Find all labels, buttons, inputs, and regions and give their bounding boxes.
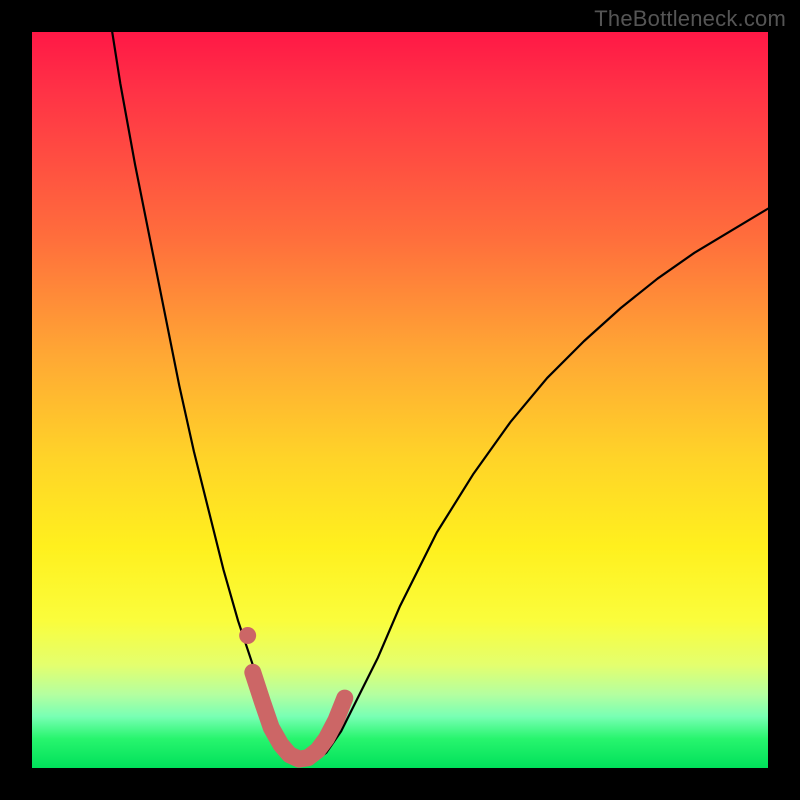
plot-area [32,32,768,768]
bottleneck-curve [112,32,768,760]
chart-frame: TheBottleneck.com [0,0,800,800]
watermark-text: TheBottleneck.com [594,6,786,32]
marker-dot [239,627,256,644]
marker-segment [253,672,345,759]
chart-svg [32,32,768,768]
